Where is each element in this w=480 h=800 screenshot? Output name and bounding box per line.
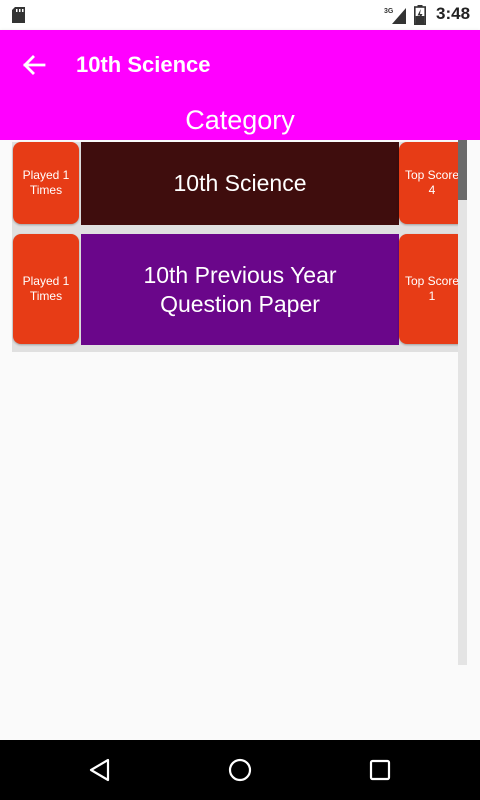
- app-bar: 10th Science: [0, 30, 480, 100]
- signal-icon: 3G: [384, 8, 406, 24]
- nav-home-icon[interactable]: [228, 758, 252, 782]
- nav-recents-icon[interactable]: [369, 759, 391, 781]
- category-title-line1: 10th Previous Year: [143, 261, 337, 288]
- played-count-suffix: Times: [29, 183, 63, 197]
- page-title: 10th Science: [76, 52, 211, 77]
- nav-back-icon[interactable]: [88, 758, 112, 782]
- top-score-label: Top Score: [404, 168, 460, 182]
- top-score-label: Top Score: [404, 274, 460, 288]
- top-score-box[interactable]: Top Score 1: [399, 234, 465, 344]
- played-count-label: Played 1: [22, 274, 70, 288]
- list-item[interactable]: Played 1 Times 10th Previous Year Questi…: [12, 232, 467, 352]
- played-count-label: Played 1: [22, 168, 70, 182]
- category-title-line2: Question Paper: [160, 290, 320, 317]
- top-score-value: 1: [428, 289, 436, 303]
- category-header: Category: [0, 100, 480, 140]
- network-type-label: 3G: [384, 8, 394, 15]
- top-score-box[interactable]: Top Score 4: [399, 142, 465, 224]
- scrollbar-thumb[interactable]: [458, 140, 467, 200]
- top-score-value: 4: [428, 183, 436, 197]
- played-count-box[interactable]: Played 1 Times: [13, 142, 79, 224]
- battery-icon: [414, 5, 426, 25]
- category-title-line1: 10th Science: [173, 170, 307, 196]
- played-count-box[interactable]: Played 1 Times: [13, 234, 79, 344]
- scrollbar-track[interactable]: [458, 140, 467, 665]
- system-nav-bar: [0, 740, 480, 800]
- arrow-back-icon[interactable]: [21, 52, 47, 78]
- played-count-suffix: Times: [29, 289, 63, 303]
- category-title-button[interactable]: 10th Previous Year Question Paper: [81, 234, 399, 345]
- status-time: 3:48: [436, 4, 471, 23]
- category-title-button[interactable]: 10th Science: [81, 142, 399, 225]
- category-list: Played 1 Times 10th Science Top Score 4 …: [0, 140, 480, 740]
- list-item[interactable]: Played 1 Times 10th Science Top Score 4: [12, 142, 467, 232]
- sd-card-icon: [12, 7, 25, 23]
- status-bar: 3G 3:48: [0, 0, 480, 30]
